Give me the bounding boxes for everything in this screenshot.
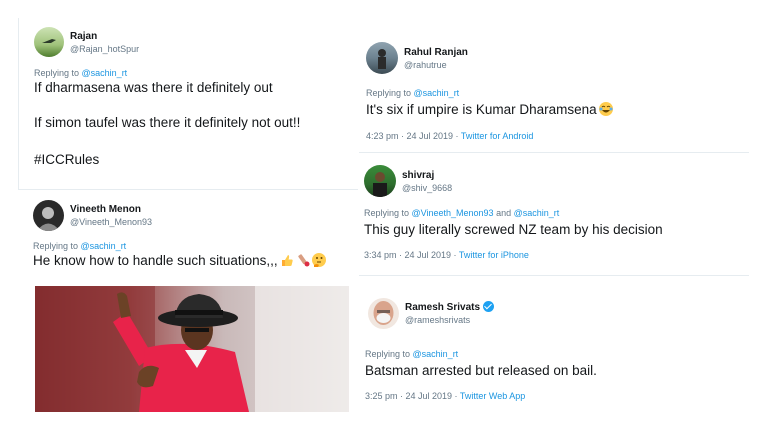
replying-label: Replying to: [366, 88, 414, 98]
mention-link[interactable]: @sachin_rt: [81, 241, 127, 251]
replying-to: Replying to @sachin_rt: [366, 88, 459, 98]
person-avatar-icon: [373, 301, 394, 325]
tweet-photo[interactable]: [35, 286, 349, 412]
user-handle[interactable]: @shiv_9668: [402, 182, 452, 194]
tweet-ramesh-srivats: Ramesh Srivats @rameshsrivats Replying t…: [359, 290, 749, 415]
tweet-rajan: Rajan @Rajan_hotSpur Replying to @sachin…: [18, 18, 358, 190]
thinking-emoji-icon: [311, 253, 326, 267]
thumbs-up-emoji-icon: [280, 253, 294, 267]
bird-avatar-icon: [42, 39, 56, 43]
replying-to: Replying to @Vineeth_Menon93 and @sachin…: [364, 208, 559, 218]
replying-and: and: [493, 208, 514, 218]
cricket-bat-emoji-icon: [296, 253, 310, 267]
tweet-text: This guy literally screwed NZ team by hi…: [364, 222, 663, 237]
person-avatar-icon: [37, 207, 60, 231]
replying-to: Replying to @sachin_rt: [34, 68, 127, 78]
display-name[interactable]: Vineeth Menon: [70, 203, 152, 216]
tweet-meta: 3:25 pm · 24 Jul 2019 · Twitter Web App: [365, 391, 525, 401]
tweet-text: Batsman arrested but released on bail.: [365, 363, 597, 378]
tweet-text: It's six if umpire is Kumar Dharamsena: [366, 101, 613, 119]
display-name-text: Ramesh Srivats: [405, 302, 481, 313]
display-name[interactable]: shivraj: [402, 169, 452, 182]
user-handle[interactable]: @rahutrue: [404, 59, 468, 71]
display-name[interactable]: Rajan: [70, 30, 139, 43]
replying-label: Replying to: [34, 68, 82, 78]
hashtag-link[interactable]: #ICCRules: [34, 151, 99, 169]
display-name[interactable]: Rahul Ranjan: [404, 46, 468, 59]
timestamp[interactable]: 3:25 pm · 24 Jul 2019 ·: [365, 391, 460, 401]
tweet-text: He know how to handle such situations,,,: [33, 252, 326, 270]
umpire-photo-illustration: [35, 286, 349, 412]
person-avatar-icon: [378, 49, 386, 69]
timestamp[interactable]: 4:23 pm · 24 Jul 2019 ·: [366, 131, 461, 141]
replying-label: Replying to: [364, 208, 412, 218]
replying-to: Replying to @sachin_rt: [33, 241, 126, 251]
tweet-meta: 4:23 pm · 24 Jul 2019 · Twitter for Andr…: [366, 131, 533, 141]
avatar[interactable]: [368, 298, 399, 329]
tweet-text-content: He know how to handle such situations,,,: [33, 253, 278, 268]
replying-label: Replying to: [365, 349, 413, 359]
avatar[interactable]: [33, 200, 64, 231]
tweet-shivraj: shivraj @shiv_9668 Replying to @Vineeth_…: [359, 158, 749, 276]
tweet-vineeth-menon: Vineeth Menon @Vineeth_Menon93 Replying …: [18, 190, 358, 422]
source-link[interactable]: Twitter for iPhone: [459, 250, 529, 260]
avatar[interactable]: [364, 165, 396, 197]
timestamp[interactable]: 3:34 pm · 24 Jul 2019 ·: [364, 250, 459, 260]
mention-link[interactable]: @sachin_rt: [414, 88, 460, 98]
person-avatar-icon: [373, 172, 387, 197]
avatar[interactable]: [34, 27, 64, 57]
tweet-text-line1: If dharmasena was there it definitely ou…: [34, 80, 273, 95]
tweet-text-line2: If simon taufel was there it definitely …: [34, 115, 301, 130]
laughing-emoji-icon: [598, 102, 613, 116]
mention-link[interactable]: @sachin_rt: [413, 349, 459, 359]
tweet-meta: 3:34 pm · 24 Jul 2019 · Twitter for iPho…: [364, 250, 529, 260]
tweet-rahul-ranjan: Rahul Ranjan @rahutrue Replying to @sach…: [359, 38, 749, 153]
verified-badge-icon: [483, 301, 495, 312]
mention-link[interactable]: @sachin_rt: [82, 68, 128, 78]
tweet-text-content: It's six if umpire is Kumar Dharamsena: [366, 102, 597, 117]
avatar[interactable]: [366, 42, 398, 74]
display-name[interactable]: Ramesh Srivats: [405, 301, 495, 314]
replying-label: Replying to: [33, 241, 81, 251]
user-handle[interactable]: @Vineeth_Menon93: [70, 216, 152, 228]
source-link[interactable]: Twitter for Android: [461, 131, 534, 141]
user-handle[interactable]: @rameshsrivats: [405, 314, 494, 326]
user-handle[interactable]: @Rajan_hotSpur: [70, 43, 139, 55]
mention-link[interactable]: @sachin_rt: [514, 208, 560, 218]
replying-to: Replying to @sachin_rt: [365, 349, 458, 359]
source-link[interactable]: Twitter Web App: [460, 391, 525, 401]
mention-link[interactable]: @Vineeth_Menon93: [412, 208, 494, 218]
